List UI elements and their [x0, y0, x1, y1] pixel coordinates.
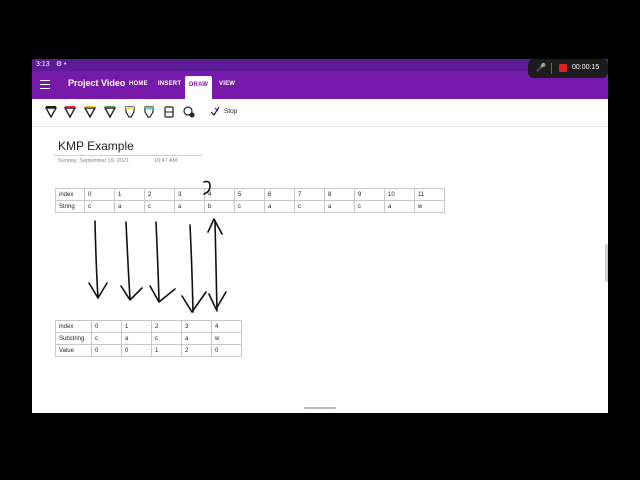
recorder-divider: [551, 63, 552, 74]
eraser-icon[interactable]: [162, 105, 176, 119]
highlighter-teal-icon[interactable]: [142, 105, 156, 119]
pen-yellow-icon[interactable]: [83, 105, 97, 119]
tab-home[interactable]: HOME: [129, 81, 148, 87]
note-page[interactable]: KMP Example Sunday, September 19, 2021 1…: [32, 126, 608, 413]
tab-draw[interactable]: DRAW: [185, 76, 213, 99]
draw-ribbon: Stop: [32, 99, 608, 127]
notebook-title: Project Video: [68, 78, 126, 88]
menu-icon[interactable]: [40, 80, 50, 90]
handwritten-arrows: [88, 180, 227, 313]
device-screen: 3:13 ⚙ • ▮▲▮ Project Video HOME INSERT D…: [32, 59, 608, 413]
lasso-select-icon[interactable]: [182, 105, 196, 119]
record-stop-icon[interactable]: [559, 64, 567, 72]
pen-green-icon[interactable]: [103, 105, 117, 119]
ink-to-text-icon[interactable]: [209, 105, 221, 117]
status-bar: 3:13 ⚙ • ▮▲▮: [32, 59, 608, 71]
microphone-icon[interactable]: 🎤: [536, 63, 546, 72]
pen-black-icon[interactable]: [44, 105, 58, 119]
tab-insert[interactable]: INSERT: [158, 81, 181, 87]
app-bar: Project Video HOME INSERT DRAW VIEW: [32, 71, 608, 99]
stop-button[interactable]: Stop: [224, 108, 237, 115]
status-time: 3:13: [36, 61, 50, 68]
pen-red-icon[interactable]: [63, 105, 77, 119]
highlighter-yellow-icon[interactable]: [123, 105, 137, 119]
scrollbar[interactable]: [605, 244, 608, 282]
gesture-nav-bar[interactable]: [304, 407, 336, 409]
notification-icons: ⚙ •: [50, 61, 67, 68]
tab-view[interactable]: VIEW: [219, 81, 235, 87]
recording-timer: 00:00:15: [572, 64, 600, 71]
screen-recorder-overlay: 🎤 00:00:15: [528, 59, 608, 78]
